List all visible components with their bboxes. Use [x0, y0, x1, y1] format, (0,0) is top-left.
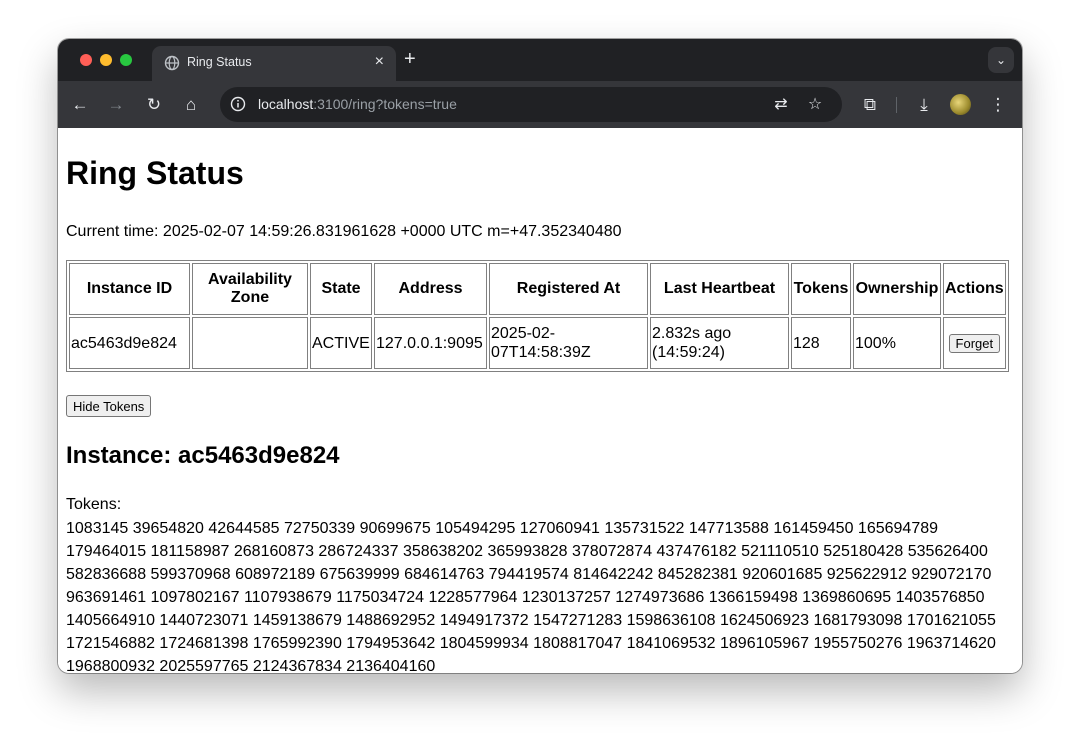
new-tab-button[interactable]: + [404, 48, 416, 70]
tab-ring-status[interactable]: Ring Status × [152, 46, 396, 81]
profile-avatar[interactable] [950, 94, 971, 115]
current-time: Current time: 2025-02-07 14:59:26.831961… [66, 223, 622, 240]
globe-icon [164, 55, 180, 71]
bookmark-star-icon[interactable]: ☆ [804, 94, 826, 116]
cell-state: ACTIVE [310, 317, 372, 369]
tab-bar: Ring Status × + ⌄ [58, 39, 1022, 81]
home-icon[interactable]: ⌂ [179, 93, 203, 117]
more-menu-icon[interactable]: ⋮ [986, 93, 1010, 117]
page-content: Ring Status Current time: 2025-02-07 14:… [58, 128, 1022, 673]
browser-toolbar: ← → ↻ ⌂ localhost:3100/ring?tokens=true … [58, 81, 1022, 128]
header-address: Address [374, 263, 487, 315]
hide-tokens-button[interactable]: Hide Tokens [66, 395, 152, 417]
instance-heading: Instance: ac5463d9e824 [66, 442, 340, 469]
cell-tokens: 128 [791, 317, 851, 369]
download-icon[interactable]: ⤓ [912, 93, 936, 117]
tokens-list: 1083145 39654820 42644585 72750339 90699… [66, 520, 996, 673]
cell-ownership: 100% [853, 317, 941, 369]
forget-button[interactable]: Forget [948, 333, 1001, 353]
header-actions: Actions [943, 263, 1006, 315]
site-info-icon[interactable] [230, 96, 246, 112]
header-ownership: Ownership [853, 263, 941, 315]
cell-actions: Forget [943, 317, 1006, 369]
ring-table: Instance ID Availability Zone State Addr… [66, 260, 1009, 372]
toolbar-divider [896, 97, 897, 113]
header-availability-zone: Availability Zone [192, 263, 308, 315]
minimize-window-button[interactable] [100, 54, 112, 66]
header-tokens: Tokens [791, 263, 851, 315]
header-last-heartbeat: Last Heartbeat [650, 263, 789, 315]
cell-registered-at: 2025-02-07T14:58:39Z [489, 317, 648, 369]
tab-title: Ring Status [187, 55, 252, 69]
tokens-label: Tokens: [66, 496, 122, 513]
tab-search-button[interactable]: ⌄ [988, 47, 1014, 73]
tab-close-icon[interactable]: × [375, 53, 384, 71]
translate-icon[interactable]: ⇄ [770, 94, 792, 116]
maximize-window-button[interactable] [120, 54, 132, 66]
reload-icon[interactable]: ↻ [142, 93, 166, 117]
cell-instance-id: ac5463d9e824 [69, 317, 190, 369]
address-bar[interactable]: localhost:3100/ring?tokens=true ⇄ ☆ [220, 87, 842, 122]
url-text: localhost:3100/ring?tokens=true [258, 96, 457, 112]
forward-icon[interactable]: → [104, 93, 128, 117]
header-state: State [310, 263, 372, 315]
back-icon[interactable]: ← [68, 93, 92, 117]
table-header-row: Instance ID Availability Zone State Addr… [69, 263, 1006, 315]
close-window-button[interactable] [80, 54, 92, 66]
extensions-icon[interactable]: ⧉ [858, 93, 882, 117]
browser-window: Ring Status × + ⌄ ← → ↻ ⌂ localhost:3100… [58, 39, 1022, 673]
page-title: Ring Status [66, 155, 244, 191]
header-registered-at: Registered At [489, 263, 648, 315]
cell-zone [192, 317, 308, 369]
cell-address: 127.0.0.1:9095 [374, 317, 487, 369]
header-instance-id: Instance ID [69, 263, 190, 315]
cell-last-heartbeat: 2.832s ago (14:59:24) [650, 317, 789, 369]
table-row: ac5463d9e824 ACTIVE 127.0.0.1:9095 2025-… [69, 317, 1006, 369]
